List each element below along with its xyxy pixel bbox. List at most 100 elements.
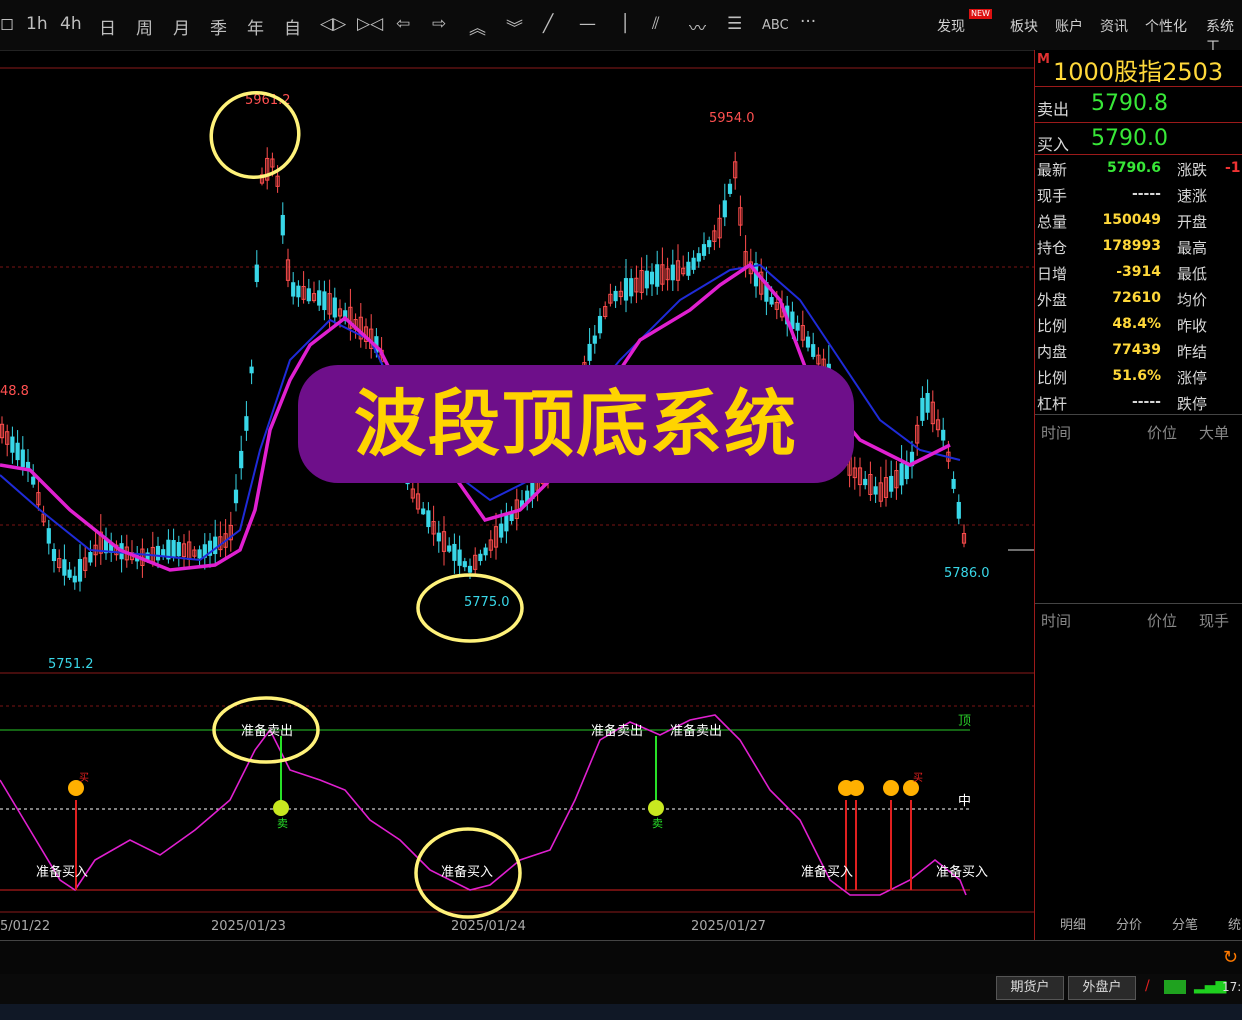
candle-body	[317, 290, 322, 306]
period-custom-button[interactable]: 自	[284, 14, 301, 39]
buy-mark: 买	[913, 772, 923, 784]
market-flag: M	[1037, 52, 1050, 67]
tick-header-time: 时间	[1041, 424, 1072, 442]
candle-body	[161, 549, 166, 557]
menu-account[interactable]: 账户	[1055, 16, 1083, 36]
contract-title[interactable]: 1000股指2503	[1053, 52, 1223, 87]
candle-body	[10, 436, 15, 453]
more-tools-icon[interactable]: ···	[800, 12, 816, 32]
candle-body	[233, 489, 239, 504]
period-4h-button[interactable]: 4h	[60, 14, 82, 34]
candle-body	[686, 261, 691, 276]
futures-account-button[interactable]: 期货户	[996, 976, 1064, 1000]
candle-body	[46, 528, 51, 544]
draw-line-icon[interactable]: ╱	[543, 14, 553, 34]
tab-detail[interactable]: 明细	[1060, 914, 1086, 933]
vertical-line-icon[interactable]: │	[620, 14, 630, 34]
wave-line-icon[interactable]: 〰	[689, 14, 706, 39]
prepare-buy-label: 准备买入	[36, 864, 88, 880]
period-1h-button[interactable]: 1h	[26, 14, 48, 34]
candle-body	[597, 315, 603, 334]
scroll-up-icon[interactable]: ︽	[469, 14, 486, 39]
candle-body	[863, 478, 868, 486]
candle-body	[332, 297, 337, 318]
quote-value-2: -1	[1225, 160, 1241, 176]
candle-body	[701, 244, 707, 256]
candle-body	[920, 397, 925, 421]
tab-ticks[interactable]: 分笔	[1172, 914, 1198, 933]
period-week-button[interactable]: 周	[136, 14, 153, 39]
scroll-right-icon[interactable]: ⇨	[432, 14, 446, 34]
candle-body	[452, 543, 457, 561]
kline-chart[interactable]: 5961.2 5954.0 48.8 5751.2 5775.0 5786.0 …	[0, 50, 1034, 940]
prepare-buy-label: 准备买入	[936, 864, 988, 880]
fib-icon[interactable]: ☰	[727, 14, 742, 34]
candle-body	[447, 545, 452, 552]
menu-discover[interactable]: 发现	[937, 16, 965, 36]
quote-row: 比例 48.4% 昨收	[1037, 312, 1242, 338]
quote-value: 150049	[1102, 212, 1161, 228]
candle-body	[51, 549, 57, 562]
candle-body	[72, 575, 77, 583]
chart-area[interactable]: 5961.2 5954.0 48.8 5751.2 5775.0 5786.0 …	[0, 50, 1034, 940]
candle-body	[592, 335, 597, 344]
quote-row: 外盘 72610 均价	[1037, 286, 1242, 312]
candle-body	[727, 183, 733, 194]
quote-label: 总量	[1037, 213, 1068, 231]
candle-body	[67, 569, 72, 578]
candle-body	[254, 264, 259, 282]
text-tool-button[interactable]: ABC	[762, 18, 789, 33]
horizontal-line-icon[interactable]: —	[579, 14, 596, 34]
quote-label: 最新	[1037, 161, 1068, 179]
quote-row: 杠杆 ----- 跌停	[1037, 390, 1242, 416]
candle-body	[88, 552, 93, 563]
prepare-buy-label: 准备买入	[441, 864, 493, 880]
scroll-left-icon[interactable]: ⇦	[396, 14, 410, 34]
candle-body	[155, 545, 161, 561]
clock-text: 17:	[1222, 980, 1242, 994]
candle-body	[811, 344, 816, 357]
sell-label: 卖出	[1037, 100, 1070, 119]
tick-header-big: 大单	[1199, 424, 1230, 442]
low-price-label: 5751.2	[48, 657, 94, 672]
left-price-label: 48.8	[0, 384, 29, 399]
buy-smiley-icon	[883, 780, 899, 796]
buy-price: 5790.0	[1091, 126, 1168, 151]
buy-label: 买入	[1037, 135, 1070, 154]
period-day-button[interactable]: 日	[99, 14, 116, 39]
quote-row: 持仓 178993 最高	[1037, 234, 1242, 260]
minute-period-icon[interactable]: ◻	[0, 14, 14, 34]
quote-value: 72610	[1112, 290, 1161, 306]
quote-value: 51.6%	[1112, 368, 1161, 384]
last-price-label: 5786.0	[944, 566, 990, 581]
menu-news[interactable]: 资讯	[1100, 16, 1128, 36]
period-season-button[interactable]: 季	[210, 14, 227, 39]
scroll-down-icon[interactable]: ︾	[506, 14, 523, 39]
candle-body	[77, 558, 83, 582]
quote-label: 内盘	[1037, 343, 1068, 361]
sell-smiley-icon	[648, 800, 664, 816]
buy-smiley-icon	[848, 780, 864, 796]
candle-body	[504, 514, 509, 532]
parallel-line-icon[interactable]: ⫽	[652, 14, 660, 34]
candle-body	[176, 542, 181, 557]
refresh-icon[interactable]: ↻	[1223, 947, 1238, 968]
prepare-sell-label: 准备卖出	[670, 723, 722, 739]
candle-body	[644, 270, 649, 289]
quote-label: 日增	[1037, 265, 1068, 283]
menu-personalize[interactable]: 个性化	[1145, 16, 1187, 36]
tab-stats[interactable]: 统	[1228, 914, 1241, 933]
quote-label-2: 最高	[1177, 239, 1208, 257]
candle-body	[805, 336, 811, 348]
zoom-in-icon[interactable]: ◁▷	[320, 14, 346, 34]
foreign-account-button[interactable]: 外盘户	[1068, 976, 1136, 1000]
menu-sector[interactable]: 板块	[1010, 16, 1038, 36]
candle-body	[795, 322, 800, 331]
candle-body	[213, 536, 218, 555]
tab-price-dist[interactable]: 分价	[1116, 914, 1142, 933]
zoom-out-icon[interactable]: ▷◁	[357, 14, 383, 34]
quote-label-2: 涨跌	[1177, 161, 1208, 179]
period-month-button[interactable]: 月	[173, 14, 190, 39]
period-year-button[interactable]: 年	[247, 14, 264, 39]
tick-header-price: 价位	[1147, 424, 1178, 442]
